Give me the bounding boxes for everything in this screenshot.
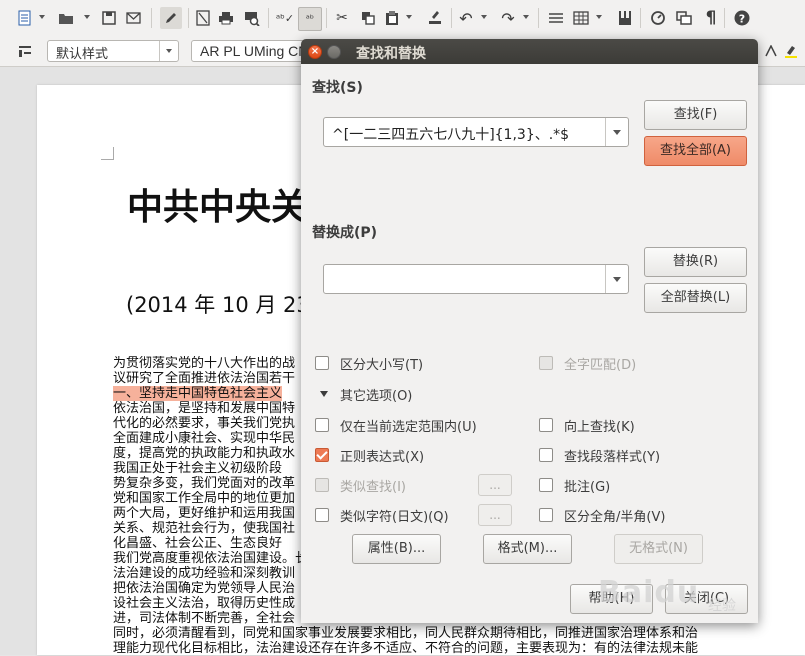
replace-input[interactable] <box>323 264 629 294</box>
styles-icon[interactable] <box>16 42 34 60</box>
clone-formatting-icon[interactable] <box>426 9 444 27</box>
paste-dropdown-icon[interactable] <box>406 15 412 19</box>
paragraph-style-select[interactable]: 默认样式 <box>47 40 179 62</box>
redo-dropdown-icon[interactable] <box>523 15 529 19</box>
find-label: 查找(S) <box>312 80 363 96</box>
standard-toolbar: ᵃᵇ✓ ᵃᵇ ✂ ↶ ↷ ¶ ? <box>0 0 805 37</box>
toolbar-separator <box>538 8 539 28</box>
redo-icon[interactable]: ↷ <box>499 9 517 28</box>
new-dropdown-icon[interactable] <box>39 15 45 19</box>
attributes-button[interactable]: 属性(B)... <box>352 534 441 564</box>
backwards-label: 向上查找(K) <box>564 420 635 435</box>
baidu-watermark-sub: 经验 <box>708 598 736 614</box>
navigator-icon[interactable] <box>649 9 667 27</box>
format-button[interactable]: 格式(M)... <box>483 534 572 564</box>
toolbar-separator <box>188 8 189 28</box>
font-name-value: AR PL UMing CN <box>200 43 309 59</box>
save-icon[interactable] <box>100 9 118 27</box>
sounds-like-checkbox[interactable] <box>315 508 329 522</box>
table-icon[interactable] <box>572 9 590 27</box>
undo-icon[interactable]: ↶ <box>457 9 475 28</box>
baidu-watermark: Baidu <box>598 575 700 610</box>
expander-icon[interactable] <box>320 391 328 397</box>
font-color-icon[interactable] <box>762 42 780 60</box>
email-icon[interactable] <box>124 9 142 27</box>
similarity-label: 类似查找(I) <box>340 480 406 495</box>
sounds-like-settings-button[interactable]: ... <box>478 504 512 526</box>
find-input[interactable]: ^[一二三四五六七八九十]{1,3}、.*$ <box>323 117 629 147</box>
comments-label: 批注(G) <box>564 480 611 495</box>
insert-field-icon[interactable] <box>547 9 565 27</box>
replace-label: 替换成(P) <box>312 225 378 241</box>
similarity-settings-button[interactable]: ... <box>478 474 512 496</box>
chart-icon[interactable] <box>616 9 634 27</box>
current-selection-label: 仅在当前选定范围内(U) <box>340 420 477 435</box>
chevron-down-icon[interactable] <box>605 265 628 293</box>
close-icon[interactable]: × <box>308 45 322 59</box>
regex-checkbox[interactable] <box>315 448 329 462</box>
toolbar-separator <box>724 8 725 28</box>
no-format-button[interactable]: 无格式(N) <box>614 534 703 564</box>
comments-checkbox[interactable] <box>539 478 553 492</box>
other-options-expander[interactable]: 其它选项(O) <box>340 385 412 404</box>
width-sensitive-checkbox[interactable] <box>539 508 553 522</box>
highlighting-icon[interactable] <box>782 42 800 60</box>
minimize-icon[interactable] <box>327 45 341 59</box>
cut-icon[interactable]: ✂ <box>333 9 351 27</box>
width-sensitive-label: 区分全角/半角(V) <box>564 510 666 525</box>
print-icon[interactable] <box>217 9 235 27</box>
open-icon[interactable] <box>57 9 75 27</box>
sounds-like-label: 类似字符(日文)(Q) <box>340 510 449 525</box>
dialog-title: 查找和替换 <box>356 46 426 62</box>
paragraph-styles-checkbox[interactable] <box>539 448 553 462</box>
table-dropdown-icon[interactable] <box>596 15 602 19</box>
dialog-titlebar[interactable]: × 查找和替换 <box>301 39 758 64</box>
autospellcheck-icon[interactable]: ᵃᵇ <box>298 7 322 31</box>
toolbar-separator <box>451 8 452 28</box>
document-title: 中共中央关 <box>127 187 308 228</box>
whole-words-checkbox[interactable] <box>539 356 553 370</box>
body-line: 同时，必须清醒看到，同党和国家事业发展要求相比，同人民群众期待相比，同推进国家治… <box>113 626 699 641</box>
print-preview-icon[interactable] <box>243 9 261 27</box>
match-case-checkbox[interactable] <box>315 356 329 370</box>
current-selection-checkbox[interactable] <box>315 418 329 432</box>
paragraph-style-value: 默认样式 <box>56 47 109 62</box>
edit-mode-icon[interactable] <box>160 7 182 29</box>
help-icon[interactable]: ? <box>733 9 751 27</box>
toolbar-separator <box>326 8 327 28</box>
paste-icon[interactable] <box>383 9 401 27</box>
backwards-checkbox[interactable] <box>539 418 553 432</box>
similarity-checkbox[interactable] <box>315 478 329 492</box>
find-all-button[interactable]: 查找全部(A) <box>644 136 747 166</box>
spellcheck-icon[interactable]: ᵃᵇ✓ <box>276 9 294 27</box>
export-pdf-icon[interactable] <box>194 9 212 27</box>
body-line: 理能力现代化目标相比，法治建设还存在许多不适应、不符合的问题，主要表现为：有的法… <box>113 641 699 656</box>
open-dropdown-icon[interactable] <box>84 15 90 19</box>
find-next-button[interactable]: 查找(F) <box>644 100 747 130</box>
match-case-label: 区分大小写(T) <box>340 358 424 373</box>
replace-all-button[interactable]: 全部替换(L) <box>644 283 747 313</box>
regex-label: 正则表达式(X) <box>340 450 425 465</box>
toolbar-separator <box>268 8 269 28</box>
whole-words-label: 全字匹配(D) <box>564 358 637 373</box>
paragraph-styles-label: 查找段落样式(Y) <box>564 450 661 465</box>
text-boundary-corner <box>101 147 114 160</box>
gallery-icon[interactable] <box>675 9 693 27</box>
chevron-down-icon[interactable] <box>605 118 628 146</box>
toolbar-separator <box>151 8 152 28</box>
toolbar-separator <box>640 8 641 28</box>
copy-icon[interactable] <box>359 9 377 27</box>
new-document-icon[interactable] <box>16 9 34 27</box>
undo-dropdown-icon[interactable] <box>481 15 487 19</box>
document-date: (2014 年 10 月 23 <box>126 293 310 317</box>
replace-button[interactable]: 替换(R) <box>644 247 747 277</box>
formatting-marks-icon[interactable]: ¶ <box>702 8 720 28</box>
find-input-value: ^[一二三四五六七八九十]{1,3}、.*$ <box>332 127 570 143</box>
chevron-down-icon[interactable] <box>159 41 178 61</box>
find-replace-dialog: × 查找和替换 查找(S) ^[一二三四五六七八九十]{1,3}、.*$ 查找(… <box>301 39 758 623</box>
svg-text:?: ? <box>739 13 745 26</box>
